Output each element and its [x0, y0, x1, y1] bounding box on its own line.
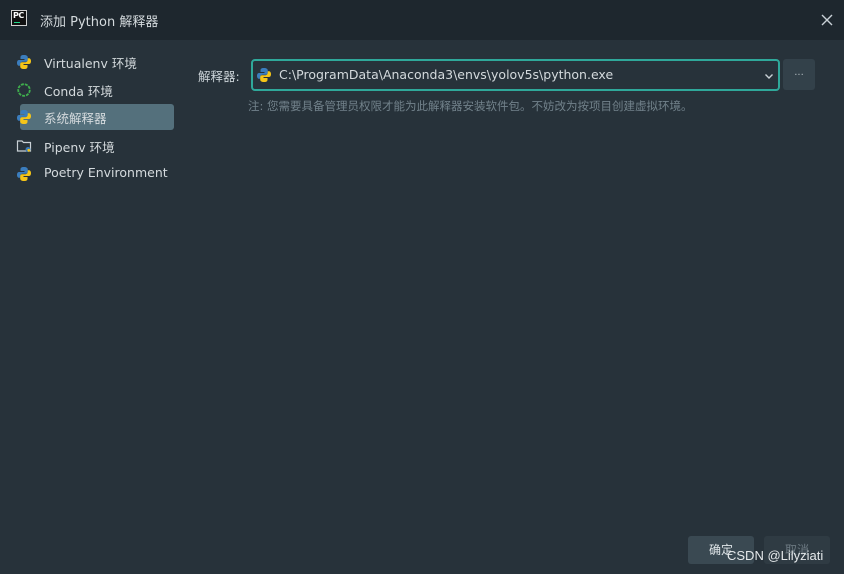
sidebar-item-label: Poetry Environment	[44, 165, 168, 180]
python-icon	[17, 55, 31, 69]
sidebar-item-label: 系统解释器	[44, 111, 107, 126]
conda-ring-icon	[17, 83, 31, 97]
sidebar-item-label: Virtualenv 环境	[44, 56, 137, 71]
close-icon[interactable]	[819, 12, 835, 28]
sidebar-item-label: Conda 环境	[44, 84, 113, 99]
python-icon	[257, 68, 271, 82]
browse-button[interactable]: ...	[783, 59, 815, 90]
interpreter-select[interactable]: C:\ProgramData\Anaconda3\envs\yolov5s\py…	[251, 59, 780, 91]
pycharm-logo-icon: PC	[11, 10, 27, 26]
sidebar-item-virtualenv[interactable]: Virtualenv 环境	[12, 49, 174, 75]
sidebar-item-poetry[interactable]: Poetry Environment	[12, 161, 174, 187]
chevron-down-icon[interactable]	[763, 70, 775, 82]
interpreter-label: 解释器:	[198, 69, 240, 84]
sidebar-item-conda[interactable]: Conda 环境	[12, 77, 174, 103]
sidebar-item-label: Pipenv 环境	[44, 140, 115, 155]
python-icon	[17, 167, 31, 181]
window-title: 添加 Python 解释器	[40, 15, 159, 30]
folder-icon	[16, 140, 32, 152]
sidebar-item-pipenv[interactable]: Pipenv 环境	[12, 133, 174, 159]
admin-note: 注: 您需要具备管理员权限才能为此解释器安装软件包。不妨改为按项目创建虚拟环境。	[248, 99, 693, 113]
python-icon	[17, 110, 31, 124]
logo-text: PC	[13, 11, 24, 20]
title-bar: PC 添加 Python 解释器	[0, 0, 844, 40]
interpreter-path: C:\ProgramData\Anaconda3\envs\yolov5s\py…	[279, 67, 614, 82]
sidebar-item-system-interpreter[interactable]: 系统解释器	[17, 104, 174, 130]
watermark: CSDN @Lilyziati	[727, 548, 824, 563]
